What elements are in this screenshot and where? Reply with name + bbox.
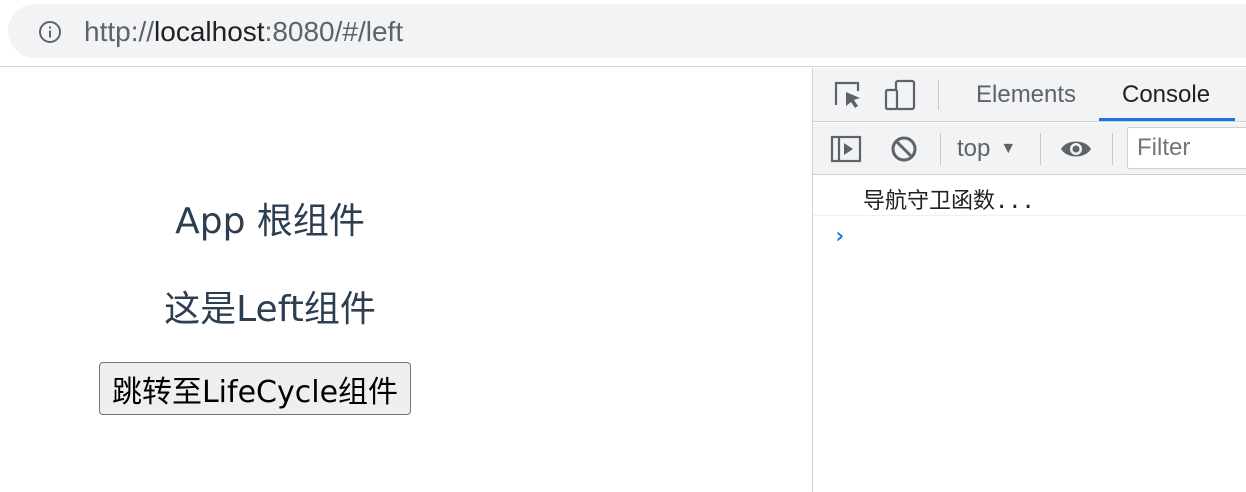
toolbar-divider-2 [1040, 133, 1041, 165]
info-icon[interactable] [38, 20, 62, 44]
browser-toolbar: http://localhost:8080/#/left [0, 0, 1246, 67]
address-bar[interactable]: http://localhost:8080/#/left [8, 4, 1246, 58]
url-host: localhost [154, 16, 265, 47]
toolbar-divider-1 [940, 133, 941, 165]
console-toolbar: top ▼ Filter [813, 123, 1246, 175]
console-prompt[interactable]: › [833, 224, 846, 249]
console-message-row: 导航守卫函数... [813, 176, 1246, 216]
filter-input[interactable]: Filter [1127, 127, 1246, 169]
console-message-text: 导航守卫函数... [863, 189, 1035, 214]
inspect-element-icon[interactable] [831, 78, 865, 112]
devtools-tabbar: Elements Console [813, 68, 1246, 122]
left-component-text: 这是Left组件 [164, 289, 376, 330]
dropdown-arrow-icon: ▼ [1000, 140, 1017, 157]
clear-console-icon[interactable] [887, 132, 921, 166]
url-scheme: http:// [84, 16, 155, 47]
toolbar-divider-3 [1112, 133, 1113, 165]
eye-icon[interactable] [1059, 132, 1093, 166]
tabbar-divider [938, 80, 939, 110]
goto-lifecycle-button[interactable]: 跳转至LifeCycle组件 [99, 362, 411, 415]
app-title: App 根组件 [175, 201, 365, 242]
url-text[interactable]: http://localhost:8080/#/left [84, 16, 403, 48]
tab-console[interactable]: Console [1122, 68, 1210, 122]
page-content: App 根组件 这是Left组件 跳转至LifeCycle组件 [0, 68, 812, 492]
context-selector[interactable]: top ▼ [957, 133, 1016, 165]
devtools-panel: Elements Console top ▼ Filter 导航守卫函数... … [812, 68, 1246, 492]
tab-elements[interactable]: Elements [976, 68, 1076, 122]
sidebar-toggle-icon[interactable] [829, 132, 863, 166]
url-path: :8080/#/left [264, 16, 404, 47]
context-label: top [957, 135, 991, 162]
active-tab-indicator [1099, 118, 1235, 121]
device-toolbar-icon[interactable] [883, 78, 917, 112]
